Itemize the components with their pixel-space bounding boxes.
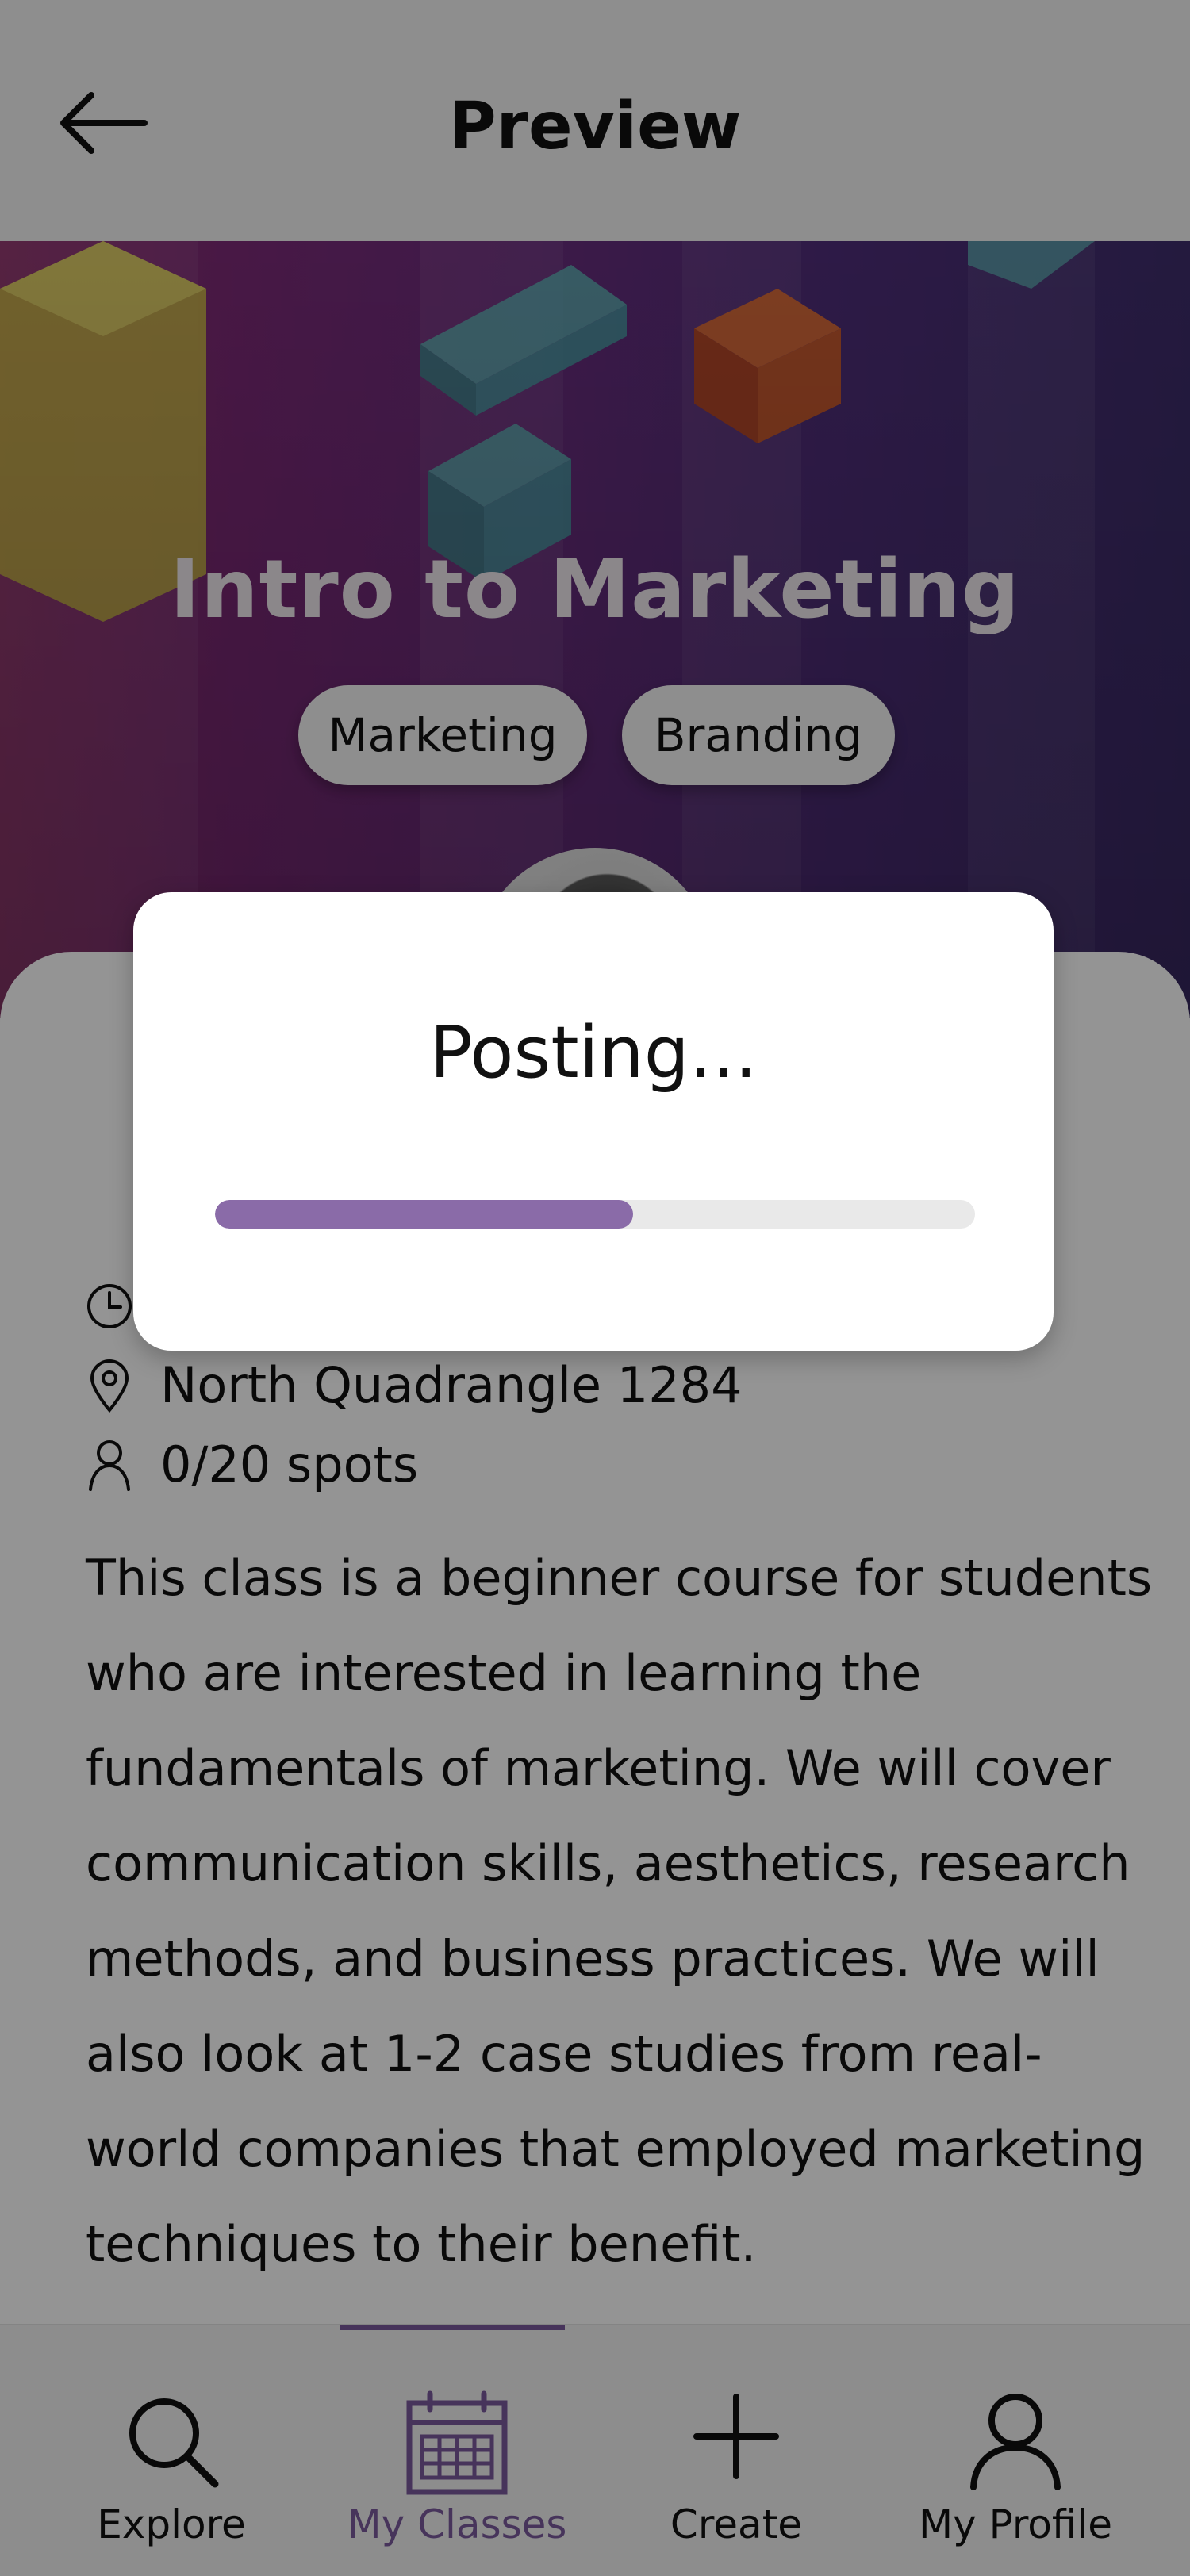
app-screen: Preview Intro to Marketing Marketing Bra… [0, 0, 1190, 2576]
posting-status-text: Posting... [429, 1011, 758, 1094]
posting-dialog: Posting... [133, 892, 1054, 1351]
posting-progress-fill [215, 1200, 633, 1229]
posting-progress-bar [215, 1200, 975, 1229]
